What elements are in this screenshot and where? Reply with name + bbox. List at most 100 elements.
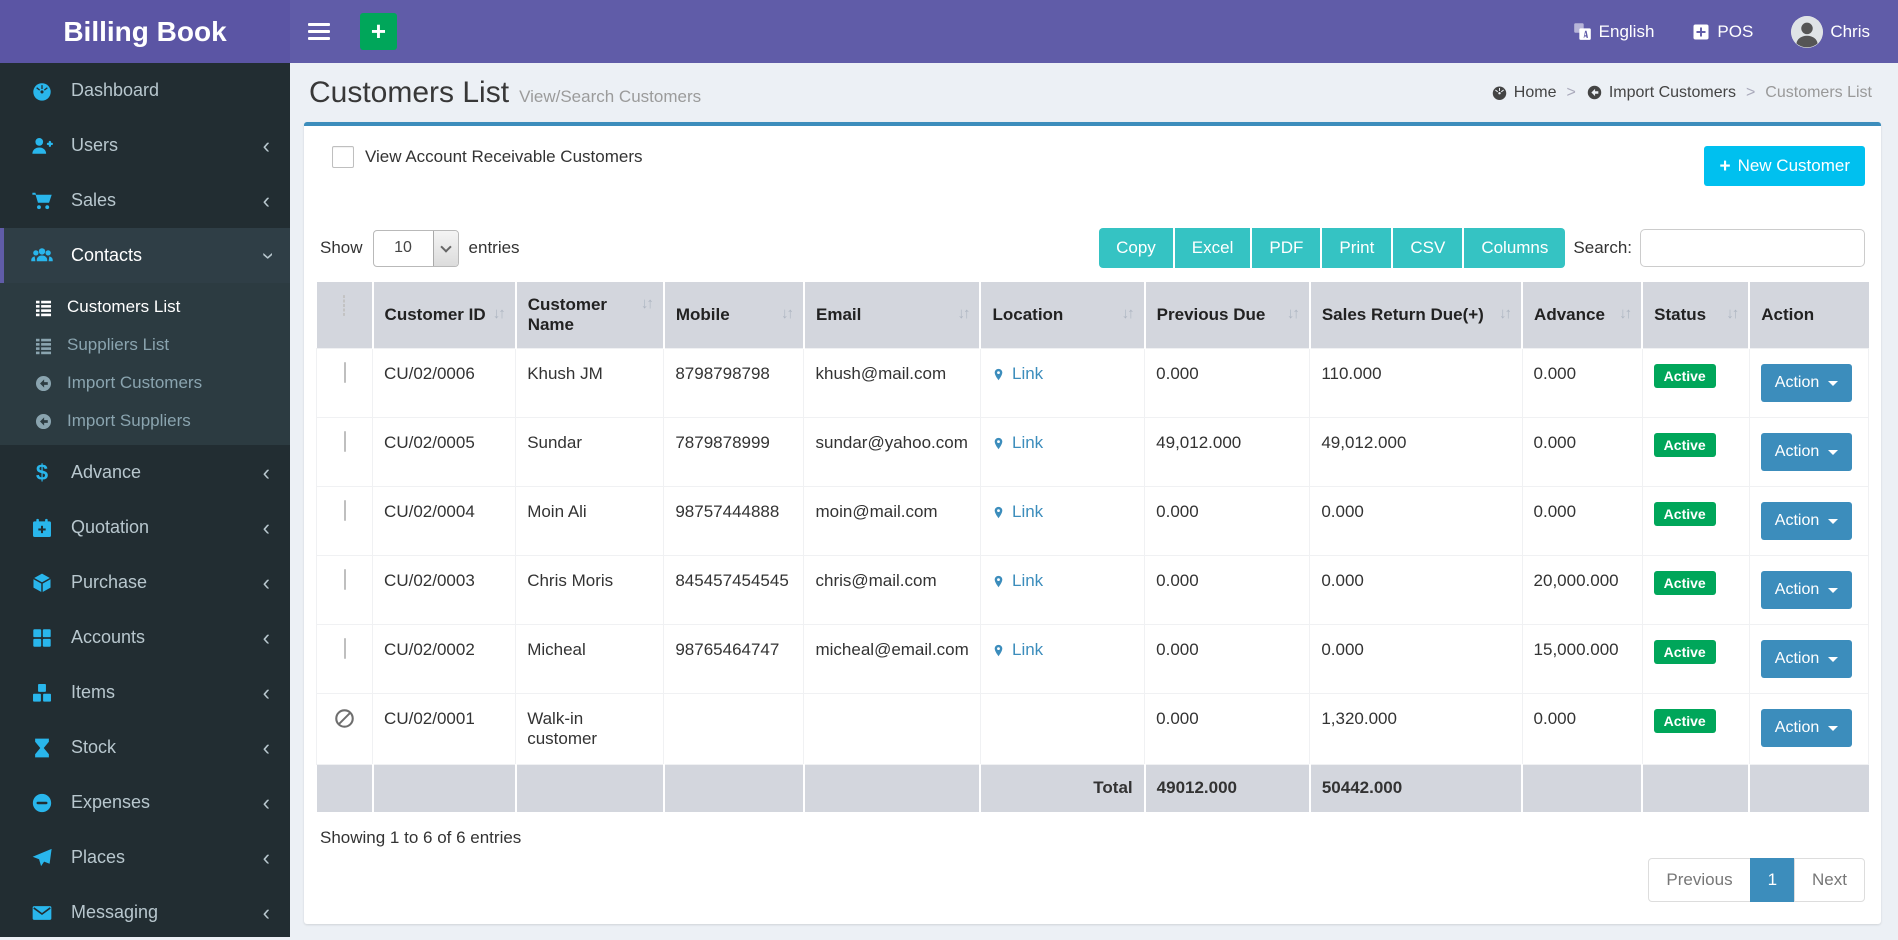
ban-icon (334, 708, 355, 729)
action-dropdown-button[interactable]: Action (1761, 709, 1852, 747)
arrow-circle-icon (1586, 84, 1603, 101)
col-status[interactable]: ↓↑Status (1642, 282, 1749, 349)
content-header: Customers ListView/Search Customers Home… (290, 63, 1898, 122)
sort-icon: ↓↑ (957, 305, 968, 322)
calendar-plus-icon (28, 517, 56, 539)
pdf-button[interactable]: PDF (1252, 228, 1322, 268)
col-location[interactable]: ↓↑Location (980, 282, 1144, 349)
breadcrumb-home[interactable]: Home (1491, 84, 1557, 102)
location-link[interactable]: Link (992, 571, 1043, 591)
chevron-left-icon: ‹ (263, 902, 270, 924)
col-customer-name[interactable]: ↓↑Customer Name (516, 282, 664, 349)
row-checkbox[interactable] (344, 569, 346, 590)
sidebar-item-import-customers[interactable]: Import Customers (0, 364, 290, 402)
previous-due-cell: 49,012.000 (1145, 418, 1310, 487)
search-input[interactable] (1640, 229, 1865, 267)
sidebar-item-suppliers-list[interactable]: Suppliers List (0, 326, 290, 364)
col-customer-id[interactable]: ↓↑Customer ID (373, 282, 516, 349)
row-checkbox[interactable] (344, 638, 346, 659)
sidebar-item-accounts[interactable]: Accounts ‹ (0, 610, 290, 665)
sidebar-item-customers-list[interactable]: Customers List (0, 288, 290, 326)
sidebar-item-quotation[interactable]: Quotation ‹ (0, 500, 290, 555)
receivable-checkbox[interactable] (332, 146, 354, 168)
col-advance[interactable]: ↓↑Advance (1522, 282, 1642, 349)
dashboard-icon (1491, 84, 1508, 101)
next-page-button[interactable]: Next (1794, 858, 1865, 902)
page-1-button[interactable]: 1 (1750, 858, 1795, 902)
sidebar-item-purchase[interactable]: Purchase ‹ (0, 555, 290, 610)
sidebar-item-label: Places (71, 847, 125, 868)
action-dropdown-button[interactable]: Action (1761, 364, 1852, 402)
caret-down-icon (1828, 519, 1838, 524)
quick-add-button[interactable]: + (360, 13, 397, 50)
select-all-header[interactable] (317, 282, 373, 349)
envelope-icon (28, 902, 56, 924)
top-bar: Billing Book + English POS (0, 0, 1898, 63)
select-all-checkbox[interactable] (343, 295, 345, 316)
sidebar-item-contacts[interactable]: Contacts ‹ (0, 228, 290, 283)
customer-name-cell: Moin Ali (516, 487, 664, 556)
sidebar-item-label: Users (71, 135, 118, 156)
csv-button[interactable]: CSV (1393, 228, 1464, 268)
sidebar-item-label: Items (71, 682, 115, 703)
sales-return-cell: 0.000 (1310, 625, 1522, 694)
previous-due-cell: 0.000 (1145, 625, 1310, 694)
main-content: Customers ListView/Search Customers Home… (290, 63, 1898, 924)
contacts-icon (28, 245, 56, 267)
sidebar-item-items[interactable]: Items ‹ (0, 665, 290, 720)
sidebar-item-advance[interactable]: $ Advance ‹ (0, 445, 290, 500)
row-checkbox[interactable] (344, 431, 346, 452)
previous-due-cell: 0.000 (1145, 349, 1310, 418)
sidebar-item-stock[interactable]: Stock ‹ (0, 720, 290, 775)
user-menu[interactable]: Chris (1791, 16, 1870, 48)
action-dropdown-button[interactable]: Action (1761, 502, 1852, 540)
sidebar-item-places[interactable]: Places ‹ (0, 830, 290, 885)
sort-icon: ↓↑ (781, 305, 792, 322)
email-cell: khush@mail.com (804, 349, 981, 418)
col-action: Action (1749, 282, 1868, 349)
previous-page-button[interactable]: Previous (1648, 858, 1750, 902)
location-link[interactable]: Link (992, 364, 1043, 384)
paper-plane-icon (28, 847, 56, 869)
columns-button[interactable]: Columns (1464, 228, 1565, 268)
page-size-select[interactable]: 10 (373, 230, 459, 267)
sidebar-item-dashboard[interactable]: Dashboard (0, 63, 290, 118)
col-previous-due[interactable]: ↓↑Previous Due (1145, 282, 1310, 349)
print-button[interactable]: Print (1322, 228, 1393, 268)
location-link[interactable]: Link (992, 502, 1043, 522)
row-checkbox[interactable] (344, 362, 346, 383)
copy-button[interactable]: Copy (1099, 228, 1175, 268)
row-checkbox[interactable] (344, 500, 346, 521)
language-label: English (1599, 22, 1655, 42)
excel-button[interactable]: Excel (1175, 228, 1253, 268)
col-mobile[interactable]: ↓↑Mobile (664, 282, 804, 349)
sidebar-item-messaging[interactable]: Messaging ‹ (0, 885, 290, 940)
sidebar-item-label: Messaging (71, 902, 158, 923)
sales-return-cell: 110.000 (1310, 349, 1522, 418)
sidebar-item-expenses[interactable]: Expenses ‹ (0, 775, 290, 830)
language-menu[interactable]: English (1573, 22, 1655, 42)
email-cell: sundar@yahoo.com (804, 418, 981, 487)
action-dropdown-button[interactable]: Action (1761, 640, 1852, 678)
sidebar-item-import-suppliers[interactable]: Import Suppliers (0, 402, 290, 440)
chevron-left-icon: ‹ (263, 627, 270, 649)
pos-button[interactable]: POS (1692, 22, 1753, 42)
customer-name-cell: Walk-in customer (516, 694, 664, 765)
action-dropdown-button[interactable]: Action (1761, 571, 1852, 609)
location-link[interactable]: Link (992, 640, 1043, 660)
col-sales-return-due[interactable]: ↓↑Sales Return Due(+) (1310, 282, 1522, 349)
sidebar-item-users[interactable]: Users ‹ (0, 118, 290, 173)
arrow-circle-icon (32, 412, 54, 431)
customer-name-cell: Sundar (516, 418, 664, 487)
sidebar-toggle-button[interactable] (290, 0, 348, 63)
user-name: Chris (1830, 22, 1870, 42)
chevron-left-icon: ‹ (263, 792, 270, 814)
sidebar-item-sales[interactable]: Sales ‹ (0, 173, 290, 228)
breadcrumb-import-customers[interactable]: Import Customers (1586, 84, 1736, 102)
action-dropdown-button[interactable]: Action (1761, 433, 1852, 471)
new-customer-button[interactable]: + New Customer (1704, 146, 1865, 186)
location-link[interactable]: Link (992, 433, 1043, 453)
col-email[interactable]: ↓↑Email (804, 282, 981, 349)
chevron-left-icon: ‹ (263, 572, 270, 594)
brand-logo[interactable]: Billing Book (0, 0, 290, 63)
